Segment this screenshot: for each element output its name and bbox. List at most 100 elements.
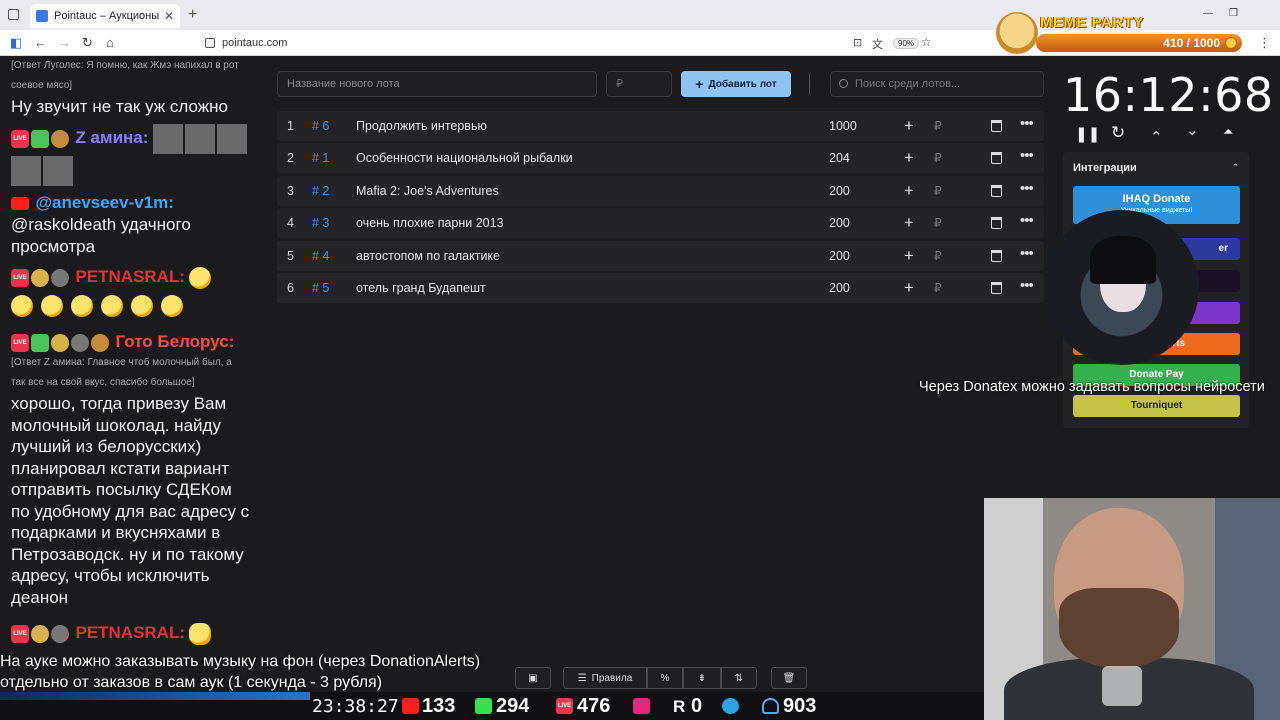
delete-icon[interactable] [991, 184, 1002, 197]
lot-amount[interactable]: 200 [829, 281, 850, 295]
lot-search-input[interactable]: Поиск среди лотов... [830, 71, 1044, 97]
tab-close-icon[interactable]: ✕ [164, 9, 174, 23]
add-lot-button[interactable]: + Добавить лот [681, 71, 791, 97]
site-info-icon[interactable] [205, 38, 215, 48]
add-amount-icon[interactable]: + [904, 213, 914, 233]
more-icon[interactable]: ••• [1020, 180, 1034, 197]
ruble-input[interactable]: ₽ [934, 249, 942, 263]
message-line: хорошо, тогда привезу Вам [11, 394, 227, 413]
lot-amount[interactable]: 200 [829, 249, 850, 263]
youtube-viewers: 133 [422, 695, 456, 717]
home-icon[interactable]: ⌂ [106, 35, 114, 50]
meme-party-progress: 410 / 1000 [1036, 34, 1242, 52]
chat-message: LIVE Z амина: [11, 124, 261, 186]
pause-icon[interactable]: ❚❚ [1075, 125, 1100, 143]
more-icon[interactable]: ••• [1020, 212, 1034, 229]
more-icon[interactable]: ••• [1020, 147, 1034, 164]
forward-icon[interactable]: → [58, 35, 71, 50]
message-line: молочный шоколад. найду [11, 415, 221, 435]
sidebar-toggle-icon[interactable]: ◧ [10, 35, 22, 51]
lot-amount[interactable]: 200 [829, 184, 850, 198]
ruble-input[interactable]: ₽ [934, 151, 942, 165]
lot-row: 5 # 4 автостопом по галактике 200 + ₽ ••… [277, 240, 1044, 271]
zoom-indicator[interactable]: 90% [893, 38, 920, 49]
browser-tab[interactable]: Pointauc – Аукционы, лотереи ✕ [30, 4, 180, 28]
lot-name[interactable]: отель гранд Будапешт [356, 281, 486, 295]
clear-all-icon[interactable]: 🗑 [771, 667, 807, 689]
message-text: Ну звучит не так уж сложно [11, 97, 228, 116]
ruble-input[interactable]: ₽ [934, 216, 942, 230]
add-amount-icon[interactable]: + [904, 278, 914, 298]
double-time-icon[interactable]: ⏶ [1223, 124, 1233, 140]
lot-name[interactable]: автостопом по галактике [356, 249, 500, 263]
kick-icon [475, 698, 492, 714]
youtube-badge-icon [11, 197, 29, 211]
add-amount-icon[interactable]: + [904, 116, 914, 136]
add-amount-icon[interactable]: + [904, 246, 914, 266]
add-amount-icon[interactable]: + [904, 181, 914, 201]
add-time-icon[interactable]: ⌃ [1150, 128, 1163, 146]
live-badge-icon: LIVE [11, 268, 29, 287]
check-badge-icon [31, 130, 49, 148]
emoji-icon [11, 294, 33, 317]
add-amount-icon[interactable]: + [904, 148, 914, 168]
username: Гото Белорус: [115, 332, 235, 351]
pointauc-favicon-icon [36, 10, 48, 22]
trophy-badge-icon [31, 268, 49, 287]
lot-name[interactable]: Особенности национальной рыбалки [356, 151, 573, 165]
check-badge-icon [31, 333, 49, 352]
new-lot-price-input[interactable]: ₽ [606, 71, 672, 97]
more-icon[interactable]: ••• [1020, 115, 1034, 132]
bookmark-star-icon[interactable]: ☆ [921, 35, 932, 49]
emoji-icon [189, 266, 212, 289]
rules-button[interactable]: ☰ Правила [563, 667, 647, 689]
ruble-input[interactable]: ₽ [934, 281, 942, 295]
new-tab-button[interactable]: + [188, 6, 197, 24]
menu-icon[interactable]: ⋮ [1258, 35, 1271, 51]
delete-icon[interactable] [991, 249, 1002, 262]
reload-icon[interactable]: ↻ [82, 35, 93, 51]
install-app-icon[interactable]: ⊡ [853, 36, 862, 49]
split-icon[interactable]: ⇟ [683, 667, 721, 689]
reply-quote: [Ответ Z амина: Главное чтоб молочный бы… [11, 357, 232, 368]
delete-icon[interactable] [991, 281, 1002, 294]
subtract-time-icon[interactable]: ⌄ [1186, 121, 1199, 139]
lot-id: # 5 [312, 280, 330, 295]
lot-amount[interactable]: 200 [829, 216, 850, 230]
delete-icon[interactable] [991, 217, 1002, 230]
percent-button[interactable]: % [647, 667, 683, 689]
message-line: по удобному для вас адресу с [11, 501, 250, 521]
meme-party-widget: 410 / 1000 MEME PARTY [996, 12, 1246, 54]
reply-quote-cont: соевое мясо] [11, 80, 73, 91]
username: PETNASRAL: [75, 623, 186, 642]
save-icon[interactable]: ▣ [515, 667, 551, 689]
delete-icon[interactable] [991, 152, 1002, 165]
emote-image [216, 124, 247, 154]
more-icon[interactable]: ••• [1020, 277, 1034, 294]
music-caption-line: На ауке можно заказывать музыку на фон (… [0, 653, 481, 670]
chat-message: @anevseev-v1m: @raskoldeath удачного про… [11, 192, 261, 257]
lot-amount[interactable]: 204 [829, 151, 850, 165]
back-icon[interactable]: ← [34, 35, 47, 50]
lot-name[interactable]: очень плохие парни 2013 [356, 216, 504, 230]
more-icon[interactable]: ••• [1020, 245, 1034, 262]
new-lot-name-input[interactable]: Название нового лота [277, 71, 597, 97]
lot-name[interactable]: Mafia 2: Joe's Adventures [356, 184, 499, 198]
lot-name[interactable]: Продолжить интервью [356, 119, 487, 133]
music-caption: На ауке можно заказывать музыку на фон (… [0, 651, 480, 693]
translate-icon[interactable]: 文 [872, 36, 883, 52]
chat-message: LIVE Гото Белорус: [Ответ Z амина: Главн… [11, 331, 261, 608]
message-text: @raskoldeath удачного [11, 215, 191, 234]
tab-actions-icon[interactable] [8, 9, 19, 20]
lot-row: 3 # 2 Mafia 2: Joe's Adventures 200 + ₽ … [277, 175, 1044, 206]
reset-timer-icon[interactable]: ↻ [1111, 123, 1125, 143]
kick-viewers: 294 [496, 695, 530, 717]
url-field[interactable]: pointauc.com [205, 34, 945, 52]
delete-icon[interactable] [991, 120, 1002, 132]
ruble-input[interactable]: ₽ [934, 184, 942, 198]
ruble-input[interactable]: ₽ [934, 119, 942, 133]
lot-amount[interactable]: 1000 [829, 119, 857, 133]
collapse-chevron-icon[interactable]: ⌃ [1231, 162, 1239, 173]
sort-icon[interactable]: ⇅ [721, 667, 757, 689]
tourniquet-button[interactable]: Tourniquet [1073, 395, 1240, 417]
